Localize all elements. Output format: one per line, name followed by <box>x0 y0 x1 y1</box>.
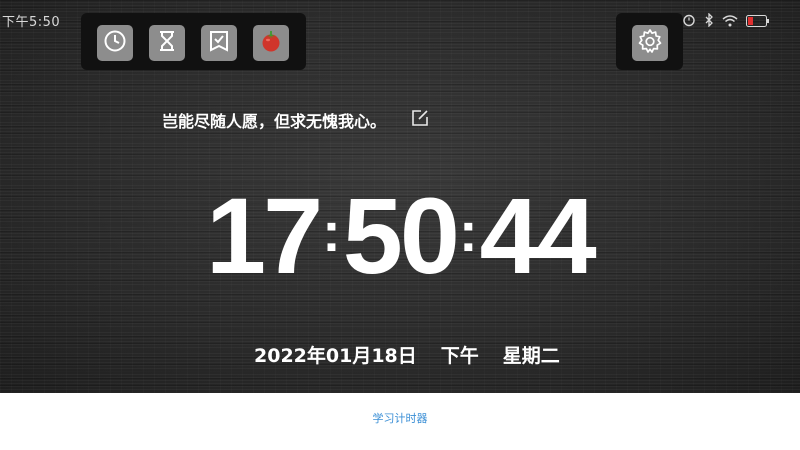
clock-seconds: 44 <box>479 175 597 296</box>
date-text: 2022年01月18日 <box>254 345 417 367</box>
date-line: 2022年01月18日 下午 星期二 <box>254 341 560 368</box>
countdown-button[interactable] <box>149 25 185 61</box>
status-bar-time: 下午5:50 <box>2 15 61 30</box>
checklist-icon <box>207 29 231 57</box>
clock-separator: : <box>322 200 341 263</box>
pomodoro-button[interactable] <box>253 25 289 61</box>
clock-screen: 下午5:50 岂能尽随人愿，但求无愧我心。 17: 50: 44 2022年… <box>0 0 800 393</box>
settings-panel <box>616 13 683 70</box>
wifi-icon <box>722 12 738 31</box>
battery-icon <box>746 12 770 31</box>
status-icons <box>682 12 770 31</box>
motto-text: 岂能尽随人愿，但求无愧我心。 <box>162 112 387 131</box>
hourglass-icon <box>156 29 178 57</box>
footer: 学习计时器 <box>0 393 800 450</box>
period-text: 下午 <box>440 345 479 367</box>
settings-button[interactable] <box>632 25 668 61</box>
digital-clock: 17 : 50 : 44 <box>206 176 606 296</box>
weekday-text: 星期二 <box>502 345 560 367</box>
clock-mode-button[interactable] <box>97 25 133 61</box>
alarm-icon <box>682 12 696 31</box>
gear-icon <box>637 28 663 58</box>
bluetooth-icon <box>704 12 714 31</box>
tomato-icon <box>259 29 283 57</box>
tool-bar <box>81 13 306 70</box>
clock-minutes: 50 <box>342 175 460 296</box>
edit-icon <box>410 110 430 132</box>
app-name-label: 学习计时器 <box>372 412 428 425</box>
clock-icon <box>103 29 127 57</box>
task-list-button[interactable] <box>201 25 237 61</box>
edit-motto-button[interactable] <box>410 108 430 128</box>
clock-separator: : <box>458 200 478 263</box>
clock-hours: 17 <box>206 175 323 296</box>
